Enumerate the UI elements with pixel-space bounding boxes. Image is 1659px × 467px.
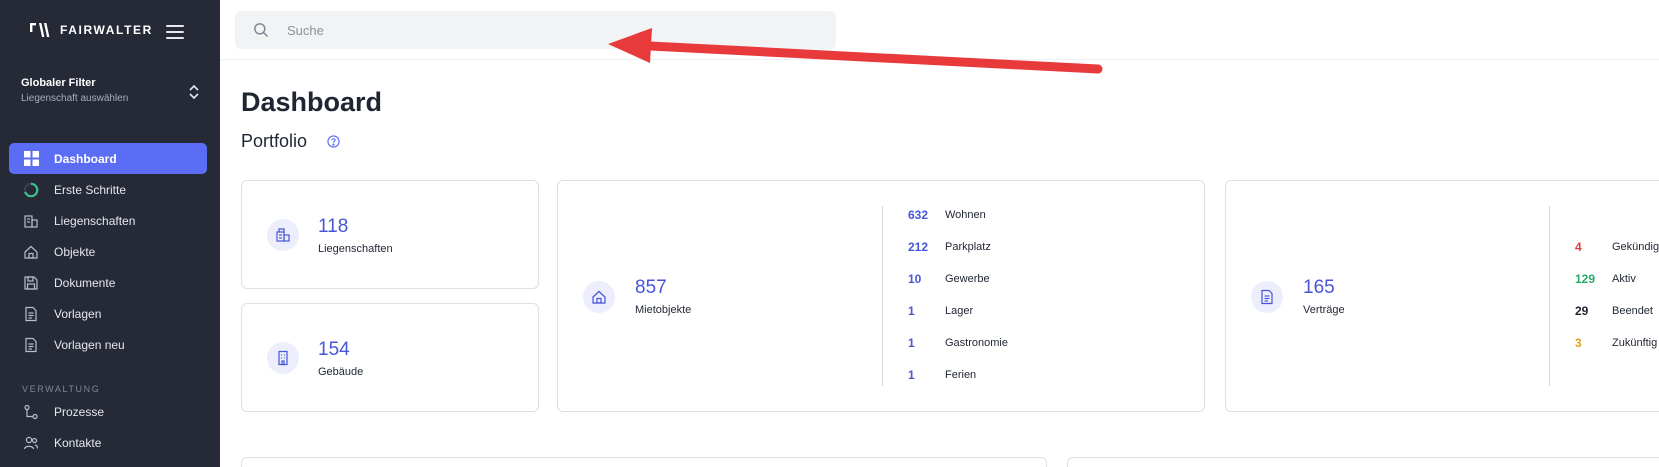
nav-item-dashboard[interactable]: Dashboard — [9, 143, 207, 174]
mietobjekte-label: Mietobjekte — [635, 304, 692, 316]
nav-label: Dashboard — [54, 151, 117, 166]
brand-name: FAIRWALTER — [60, 23, 153, 37]
row-label: Ferien — [945, 369, 977, 381]
vertraege-count: 165 — [1303, 277, 1335, 298]
fairwalter-logo-icon — [30, 23, 50, 37]
home-icon — [23, 244, 39, 260]
row-count: 212 — [908, 240, 929, 254]
row-label: Gekündig — [1612, 241, 1659, 253]
document-icon — [23, 306, 39, 322]
nav-item-objekte[interactable]: Objekte — [9, 236, 207, 267]
section-title-text: Portfolio — [241, 131, 308, 151]
row-count: 1 — [908, 368, 915, 382]
chevron-up-down-icon[interactable] — [187, 83, 201, 101]
global-filter-title: Globaler Filter — [21, 77, 96, 89]
buildings-icon — [23, 213, 39, 229]
card-gebaeude[interactable]: 154 Gebäude — [241, 303, 539, 412]
global-filter-subtitle: Liegenschaft auswählen — [21, 93, 129, 104]
mietobjekte-count: 857 — [635, 277, 667, 298]
nav-label: Dokumente — [54, 275, 116, 290]
main-nav: Dashboard Erste Schritte Liegenschaften … — [9, 143, 207, 360]
progress-ring-icon — [23, 182, 39, 198]
nav-item-liegenschaften[interactable]: Liegenschaften — [9, 205, 207, 236]
row-label: Zukünftig — [1612, 337, 1658, 349]
contacts-icon — [23, 435, 39, 451]
liegenschaften-label: Liegenschaften — [318, 243, 393, 255]
gebaeude-label: Gebäude — [318, 366, 364, 378]
nav-label: Kontakte — [54, 435, 102, 450]
nav-item-vorlagen-neu[interactable]: Vorlagen neu — [9, 329, 207, 360]
grid-icon — [23, 151, 39, 167]
floppy-icon — [23, 275, 39, 291]
mietobjekte-row: 1 Gastronomie — [908, 336, 1008, 350]
page-title: Dashboard — [241, 87, 383, 117]
home-icon — [583, 281, 615, 313]
help-icon[interactable] — [327, 135, 340, 148]
card-liegenschaften[interactable]: 118 Liegenschaften — [241, 180, 539, 289]
liegenschaften-count: 118 — [318, 216, 349, 237]
nav-item-dokumente[interactable]: Dokumente — [9, 267, 207, 298]
nav-item-kontakte[interactable]: Kontakte — [9, 427, 207, 458]
row-label: Lager — [945, 305, 974, 317]
search-input[interactable] — [287, 22, 827, 38]
bottom-card-left — [241, 457, 1047, 467]
nav-label: Vorlagen neu — [54, 337, 125, 352]
secondary-nav: Prozesse Kontakte — [9, 396, 207, 458]
search-box[interactable] — [235, 11, 836, 49]
row-count: 3 — [1575, 336, 1582, 350]
row-label: Parkplatz — [945, 241, 991, 253]
row-count: 4 — [1575, 240, 1582, 254]
nav-label: Vorlagen — [54, 306, 102, 321]
row-label: Wohnen — [945, 209, 986, 221]
mietobjekte-row: 10 Gewerbe — [908, 272, 990, 286]
document-icon — [23, 337, 39, 353]
nav-label: Erste Schritte — [54, 182, 127, 197]
row-count: 1 — [908, 304, 915, 318]
row-count: 1 — [908, 336, 915, 350]
nav-item-prozesse[interactable]: Prozesse — [9, 396, 207, 427]
sidebar: FAIRWALTER Globaler Filter Liegenschaft … — [0, 0, 220, 467]
card-vertraege[interactable]: 165 Verträge 4 Gekündig 129 Aktiv 29 Beende… — [1225, 180, 1659, 412]
nav-label: Objekte — [54, 244, 96, 259]
vertraege-row: 29 Beendet — [1575, 304, 1653, 318]
hamburger-menu-icon[interactable] — [166, 25, 184, 39]
row-label: Beendet — [1612, 305, 1653, 317]
vertraege-row: 3 Zukünftig — [1575, 336, 1657, 350]
bottom-card-right — [1067, 457, 1659, 467]
vertraege-label: Verträge — [1303, 304, 1345, 316]
nav-label: Prozesse — [54, 404, 105, 419]
row-count: 129 — [1575, 272, 1596, 286]
global-filter[interactable]: Globaler Filter Liegenschaft auswählen — [21, 77, 201, 104]
row-count: 10 — [908, 272, 922, 286]
mietobjekte-row: 1 Ferien — [908, 368, 976, 382]
mietobjekte-row: 1 Lager — [908, 304, 973, 318]
nav-section-verwaltung: VERWALTUNG — [22, 384, 101, 394]
top-bar — [220, 0, 1659, 60]
row-label: Gastronomie — [945, 337, 1008, 349]
nav-item-vorlagen[interactable]: Vorlagen — [9, 298, 207, 329]
card-divider — [1549, 206, 1550, 386]
mietobjekte-row: 632 Wohnen — [908, 208, 986, 222]
buildings-icon — [267, 219, 299, 251]
vertraege-row: 4 Gekündig — [1575, 240, 1659, 254]
search-icon — [254, 23, 268, 37]
card-divider — [882, 206, 883, 386]
mietobjekte-row: 212 Parkplatz — [908, 240, 991, 254]
row-count: 632 — [908, 208, 929, 222]
row-label: Aktiv — [1612, 273, 1636, 285]
logo[interactable]: FAIRWALTER — [30, 22, 153, 38]
card-mietobjekte[interactable]: 857 Mietobjekte 632 Wohnen 212 Parkplatz 1… — [557, 180, 1205, 412]
process-icon — [23, 404, 39, 420]
nav-item-erste-schritte[interactable]: Erste Schritte — [9, 174, 207, 205]
nav-label: Liegenschaften — [54, 213, 136, 228]
section-title-portfolio: Portfolio — [241, 131, 340, 152]
row-count: 29 — [1575, 304, 1589, 318]
contract-document-icon — [1251, 281, 1283, 313]
office-building-icon — [267, 342, 299, 374]
gebaeude-count: 154 — [318, 339, 350, 360]
row-label: Gewerbe — [945, 273, 990, 285]
vertraege-row: 129 Aktiv — [1575, 272, 1636, 286]
